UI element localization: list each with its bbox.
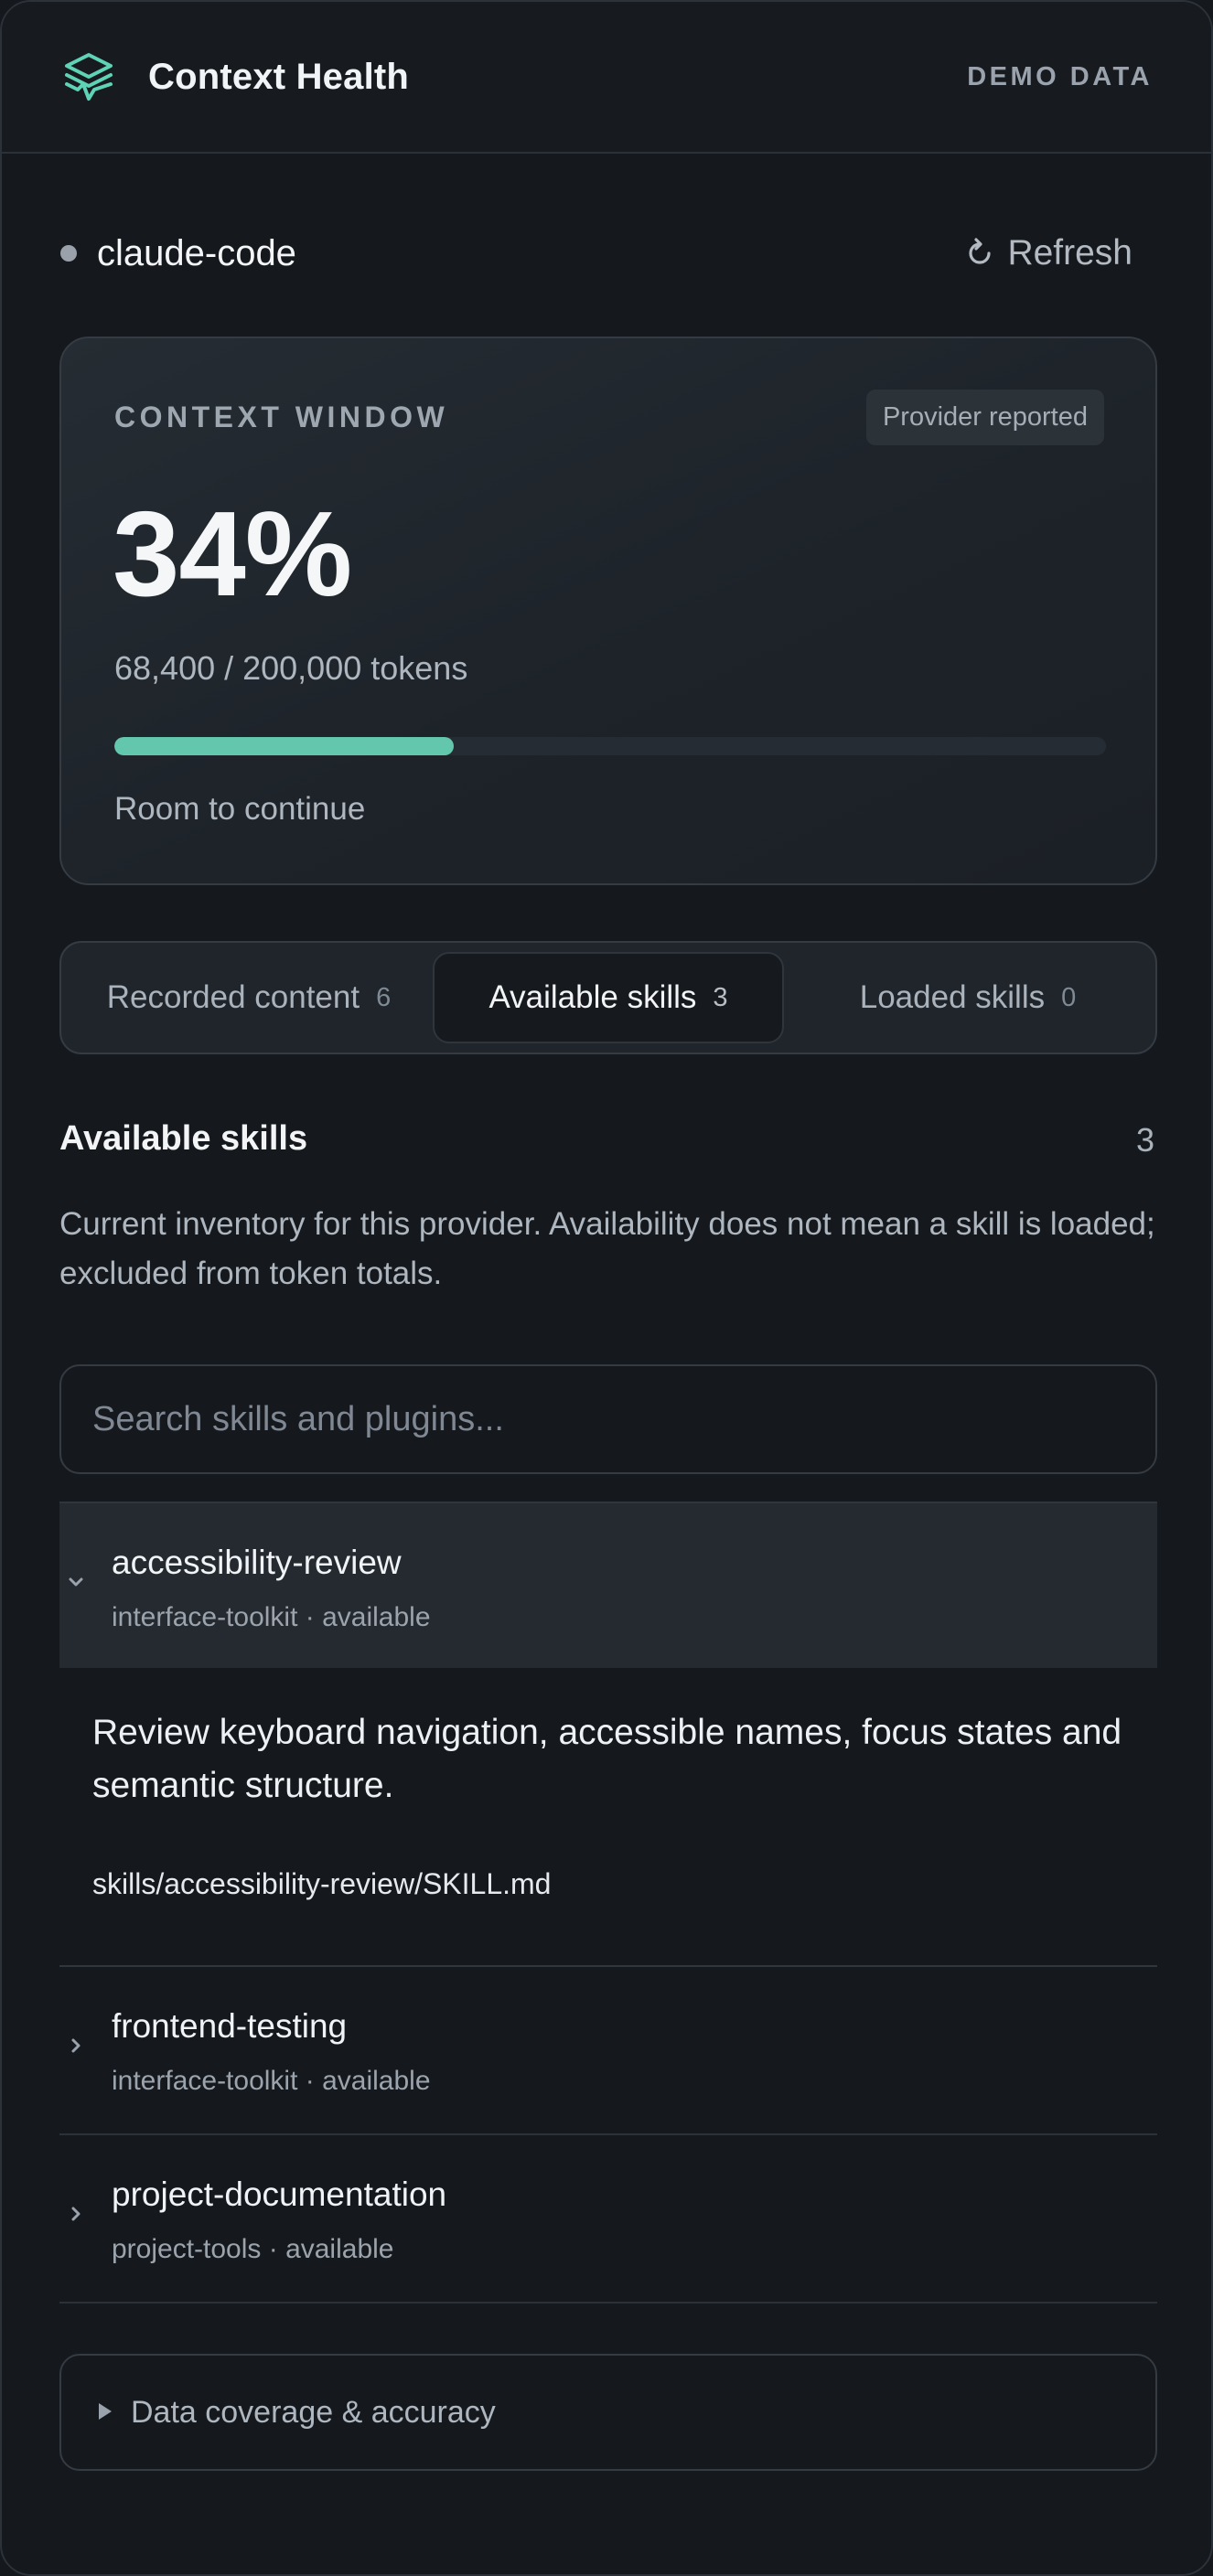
provider-reported-badge: Provider reported [865, 390, 1104, 445]
chevron-right-icon [63, 2201, 89, 2227]
refresh-label: Refresh [1007, 233, 1132, 273]
demo-data-badge: DEMO DATA [967, 61, 1153, 91]
skill-meta: interface-toolkit · available [112, 2066, 431, 2096]
context-status-text: Room to continue [114, 791, 366, 827]
skill-meta: interface-toolkit · available [112, 1602, 431, 1632]
coverage-label: Data coverage & accuracy [131, 2394, 496, 2430]
context-usage-percent: 34% [113, 486, 352, 621]
context-progress-bar [114, 737, 1106, 755]
section-title: Available skills [59, 1119, 308, 1158]
search-input[interactable] [59, 1364, 1157, 1474]
skill-meta: project-tools · available [112, 2234, 394, 2264]
app-title: Context Health [148, 56, 410, 97]
tab-loaded-skills[interactable]: Loaded skills 0 [789, 952, 1146, 1043]
section-count: 3 [1135, 1121, 1154, 1159]
chevron-down-icon [63, 1569, 89, 1595]
layers-pulse-icon [60, 48, 117, 105]
skill-details: Review keyboard navigation, accessible n… [59, 1668, 1157, 1965]
tab-bar: Recorded content 6 Available skills 3 Lo… [59, 941, 1157, 1054]
refresh-icon [963, 237, 996, 270]
skill-list: accessibility-review interface-toolkit ·… [59, 1502, 1157, 2303]
tab-label: Available skills [488, 979, 697, 1015]
tab-label: Loaded skills [859, 979, 1046, 1015]
skill-row-frontend-testing[interactable]: frontend-testing interface-toolkit · ava… [59, 1967, 1157, 2133]
skill-description: Review keyboard navigation, accessible n… [92, 1713, 1122, 1805]
context-progress-fill [114, 737, 454, 755]
app-header: Context Health DEMO DATA [2, 2, 1211, 154]
list-item: project-documentation project-tools · av… [59, 2135, 1157, 2303]
status-dot [60, 245, 77, 262]
app-window: Context Health DEMO DATA claude-code Ref… [0, 0, 1213, 2576]
context-window-label: CONTEXT WINDOW [114, 401, 449, 433]
list-item: frontend-testing interface-toolkit · ava… [59, 1967, 1157, 2135]
tab-recorded-content[interactable]: Recorded content 6 [70, 952, 427, 1043]
skill-name: accessibility-review [112, 1544, 402, 1581]
skill-row-project-documentation[interactable]: project-documentation project-tools · av… [59, 2135, 1157, 2302]
provider-name: claude-code [97, 232, 296, 273]
refresh-button[interactable]: Refresh [939, 226, 1156, 281]
chevron-right-icon [63, 2033, 89, 2058]
list-item: accessibility-review interface-toolkit ·… [59, 1502, 1157, 1967]
skill-name: frontend-testing [112, 2007, 348, 2045]
tab-count: 3 [713, 982, 728, 1012]
data-coverage-disclosure[interactable]: Data coverage & accuracy [59, 2354, 1157, 2471]
tab-count: 6 [376, 982, 392, 1012]
disclosure-triangle-icon [96, 2401, 116, 2423]
skill-file-path: skills/accessibility-review/SKILL.md [92, 1867, 552, 1900]
skill-row-accessibility-review[interactable]: accessibility-review interface-toolkit ·… [59, 1502, 1157, 1668]
context-window-card: CONTEXT WINDOW Provider reported 34% 68,… [59, 337, 1157, 885]
tab-available-skills[interactable]: Available skills 3 [433, 952, 784, 1043]
tab-count: 0 [1061, 982, 1077, 1012]
section-description: Current inventory for this provider. Ava… [59, 1206, 1155, 1291]
token-count: 68,400 / 200,000 tokens [114, 649, 468, 687]
tab-label: Recorded content [106, 979, 360, 1015]
skill-name: project-documentation [112, 2175, 447, 2213]
provider-row: claude-code Refresh [60, 219, 1156, 287]
